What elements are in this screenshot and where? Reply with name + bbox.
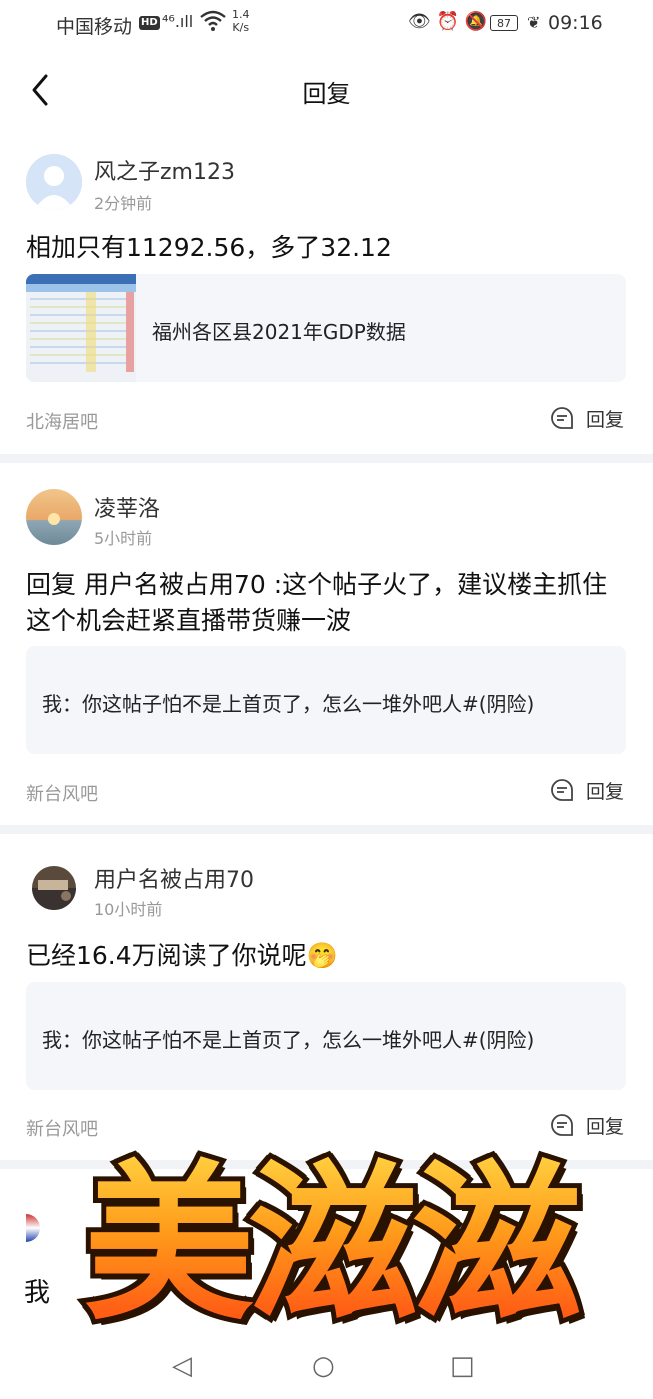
post-time: 5小时前 (94, 529, 153, 548)
reply-button[interactable]: 回复 (550, 404, 624, 432)
reply-text: 相加只有11292.56，多了32.12 (26, 233, 392, 262)
quoted-post-card[interactable]: 我：你这帖子怕不是上首页了，怎么一堆外吧人#(阴险) (26, 982, 626, 1090)
hd-icon: HD (139, 16, 160, 30)
network-speed: 1.4 K/s (232, 8, 250, 34)
wifi-icon (200, 10, 226, 37)
quoted-post-title: 福州各区县2021年GDP数据 (152, 320, 406, 344)
quoted-post-card[interactable]: 福州各区县2021年GDP数据 (26, 274, 626, 382)
spreadsheet-thumbnail (26, 274, 136, 382)
sticker-overlay: 美滋滋 美滋滋 (30, 1130, 630, 1360)
leaf-icon: ❦ (527, 13, 541, 32)
carrier-name: 中国移动 (56, 16, 133, 38)
battery-icon: 87 (490, 15, 518, 31)
quoted-post-text: 我：你这帖子怕不是上首页了，怎么一堆外吧人#(阴险) (42, 692, 535, 716)
status-bar: 中国移动 HD ⁴⁶.ıll 1.4 K/s 👁 ⏰ 🔕 87 ❦ 09:16 (0, 0, 653, 50)
forum-name[interactable]: 北海居吧 (26, 408, 98, 434)
sticker-text: 美滋滋 (30, 1130, 630, 1360)
reply-button[interactable]: 回复 (550, 776, 624, 804)
forum-name[interactable]: 新台风吧 (26, 780, 98, 806)
reply-item[interactable]: 凌莘洛 5小时前 回复 用户名被占用70 :这个帖子火了，建议楼主抓住这个机会赶… (0, 463, 653, 825)
avatar[interactable] (26, 489, 82, 545)
reply-label: 回复 (586, 780, 625, 803)
quoted-post-text: 我：你这帖子怕不是上首页了，怎么一堆外吧人#(阴险) (42, 1028, 535, 1052)
divider (0, 825, 653, 834)
avatar[interactable] (26, 154, 82, 210)
reply-text: 已经16.4万阅读了你说呢🤭 (26, 941, 338, 970)
divider (0, 454, 653, 463)
username[interactable]: 风之子zm123 (94, 154, 235, 186)
username[interactable]: 凌莘洛 (94, 491, 160, 523)
comment-icon (550, 406, 574, 430)
page-title: 回复 (302, 80, 351, 108)
reply-item[interactable]: 风之子zm123 2分钟前 相加只有11292.56，多了32.12 福州各区县… (0, 134, 653, 454)
avatar[interactable] (32, 866, 76, 910)
post-time: 2分钟前 (94, 194, 153, 213)
username[interactable]: 用户名被占用70 (94, 862, 254, 894)
reply-text: 回复 用户名被占用70 :这个帖子火了，建议楼主抓住这个机会赶紧直播带货赚一波 (26, 570, 608, 635)
navigation-bar: 回复 (0, 50, 653, 134)
reply-label: 回复 (586, 408, 625, 431)
status-icons: 👁 ⏰ 🔕 (408, 11, 488, 32)
reply-item[interactable]: 用户名被占用70 10小时前 已经16.4万阅读了你说呢🤭 我：你这帖子怕不是上… (0, 834, 653, 1160)
quoted-post-card[interactable]: 我：你这帖子怕不是上首页了，怎么一堆外吧人#(阴险) (26, 646, 626, 754)
clock: 09:16 (548, 12, 603, 34)
signal-icon: ⁴⁶.ıll (162, 12, 194, 31)
post-time: 10小时前 (94, 900, 163, 919)
comment-icon (550, 778, 574, 802)
